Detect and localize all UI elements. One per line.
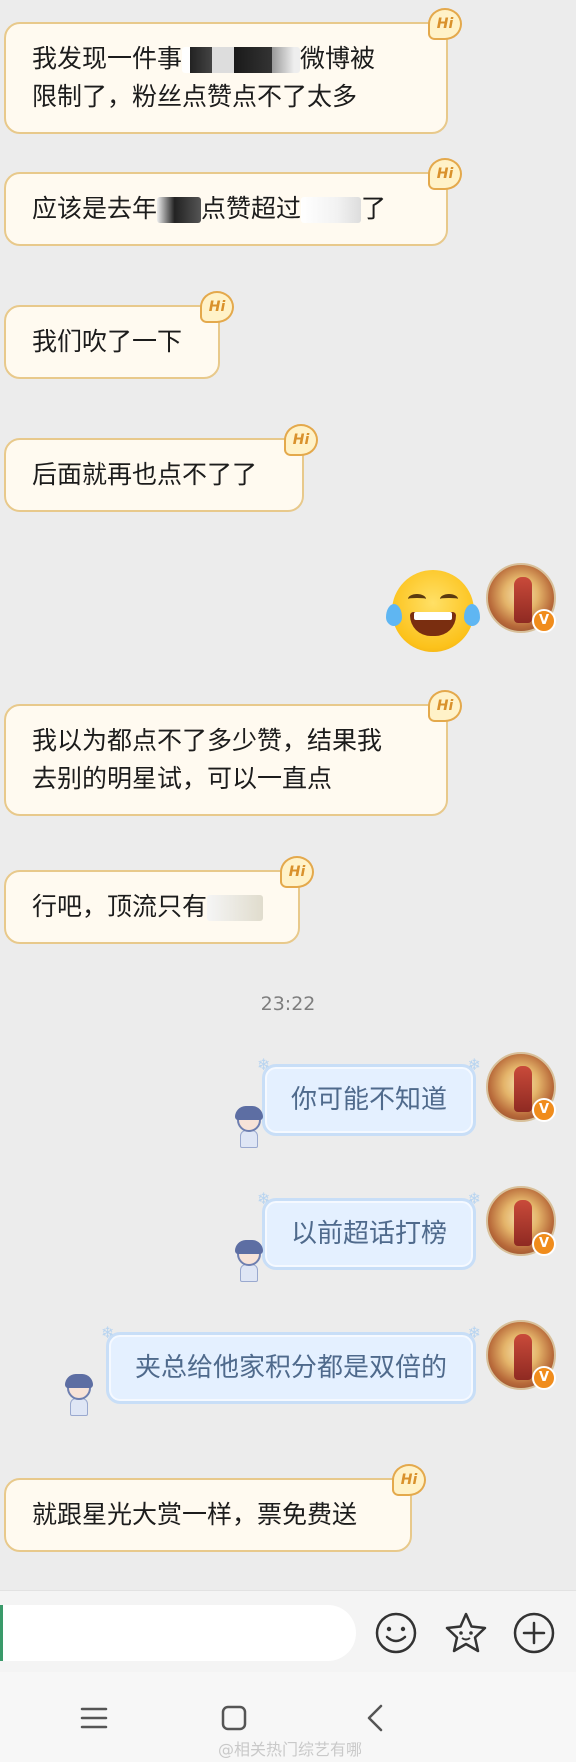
plus-circle-icon[interactable] (512, 1611, 556, 1655)
message-bubble-incoming[interactable]: 后面就再也点不了了 Hi (4, 424, 318, 512)
watermark: @相关热门综艺有哪 (218, 1740, 363, 1759)
timestamp: 23:22 (260, 993, 316, 1015)
system-nav-bar: @相关热门综艺有哪 (0, 1672, 576, 1762)
chibi-sticker-icon (64, 1374, 94, 1416)
chat-area: 我发现一件事 微博被 限制了，粉丝点赞点不了太多 Hi 应该是去年 点赞超过了 Hi… (0, 0, 576, 1590)
hi-badge-icon: Hi (280, 856, 314, 888)
message-text: 你可能不知道 (290, 1085, 447, 1115)
back-icon[interactable] (358, 1700, 394, 1736)
redacted-mosaic (182, 47, 301, 73)
message-text: 后面就再也点不了了 (32, 460, 258, 489)
verified-badge-icon: V (532, 1098, 556, 1122)
avatar[interactable]: V (486, 1052, 556, 1122)
menu-icon[interactable] (76, 1700, 112, 1736)
hi-badge-icon: Hi (284, 424, 318, 456)
message-bubble-incoming[interactable]: 应该是去年 点赞超过了 Hi (4, 158, 462, 246)
message-input[interactable] (0, 1605, 356, 1661)
snowflake-icon: ❄ (100, 1323, 115, 1342)
sticker-star-icon[interactable] (444, 1611, 488, 1655)
message-text: 夹总给他家积分都是双倍的 (134, 1353, 447, 1383)
snowflake-icon: ❄ (256, 1189, 271, 1208)
avatar[interactable]: V (486, 563, 556, 633)
message-text: 去别的明星试，可以一直点 (32, 764, 333, 793)
hi-badge-icon: Hi (428, 8, 462, 40)
avatar[interactable]: V (486, 1186, 556, 1256)
snowflake-icon: ❄ (467, 1055, 481, 1074)
redacted-mosaic (207, 895, 264, 921)
avatar[interactable]: V (486, 1320, 556, 1390)
input-bar (0, 1590, 576, 1672)
laughing-tears-emoji[interactable] (386, 570, 480, 652)
message-bubble-incoming[interactable]: 行吧，顶流只有 Hi (4, 856, 314, 944)
snowflake-icon: ❄ (256, 1055, 271, 1074)
message-text: 我以为都点不了多少赞，结果我 (32, 726, 383, 755)
home-square-icon[interactable] (216, 1700, 252, 1736)
redacted-mosaic (301, 197, 362, 223)
message-bubble-incoming[interactable]: 我们吹了一下 Hi (4, 291, 234, 379)
message-text: 行吧，顶流只有 (32, 888, 272, 926)
message-text: 就跟星光大赏一样，票免费送 (32, 1500, 358, 1529)
message-bubble-incoming[interactable]: 我发现一件事 微博被 限制了，粉丝点赞点不了太多 Hi (4, 8, 462, 134)
verified-badge-icon: V (532, 1232, 556, 1256)
hi-badge-icon: Hi (200, 291, 234, 323)
message-bubble-incoming[interactable]: 就跟星光大赏一样，票免费送 Hi (4, 1464, 426, 1552)
verified-badge-icon: V (532, 1366, 556, 1390)
verified-badge-icon: V (532, 609, 556, 633)
message-bubble-incoming[interactable]: 我以为都点不了多少赞，结果我 去别的明星试，可以一直点 Hi (4, 690, 462, 816)
message-text: 应该是去年 点赞超过了 (32, 194, 387, 223)
chibi-sticker-icon (234, 1106, 264, 1148)
message-text: 我发现一件事 微博被 (32, 44, 376, 73)
snowflake-icon: ❄ (467, 1323, 481, 1342)
chibi-sticker-icon (234, 1240, 264, 1282)
message-bubble-outgoing[interactable]: 你可能不知道 ❄ ❄ (257, 1057, 481, 1136)
message-text: 以前超话打榜 (290, 1219, 447, 1249)
message-bubble-outgoing[interactable]: 以前超话打榜 ❄ ❄ (257, 1191, 481, 1270)
hi-badge-icon: Hi (392, 1464, 426, 1496)
hi-badge-icon: Hi (428, 158, 462, 190)
redacted-mosaic (157, 197, 202, 223)
message-text: 我们吹了一下 (32, 327, 183, 356)
emoji-smile-icon[interactable] (374, 1611, 418, 1655)
message-text: 限制了，粉丝点赞点不了太多 (32, 82, 358, 111)
snowflake-icon: ❄ (467, 1189, 481, 1208)
message-bubble-outgoing[interactable]: 夹总给他家积分都是双倍的 ❄ ❄ (101, 1325, 481, 1404)
hi-badge-icon: Hi (428, 690, 462, 722)
